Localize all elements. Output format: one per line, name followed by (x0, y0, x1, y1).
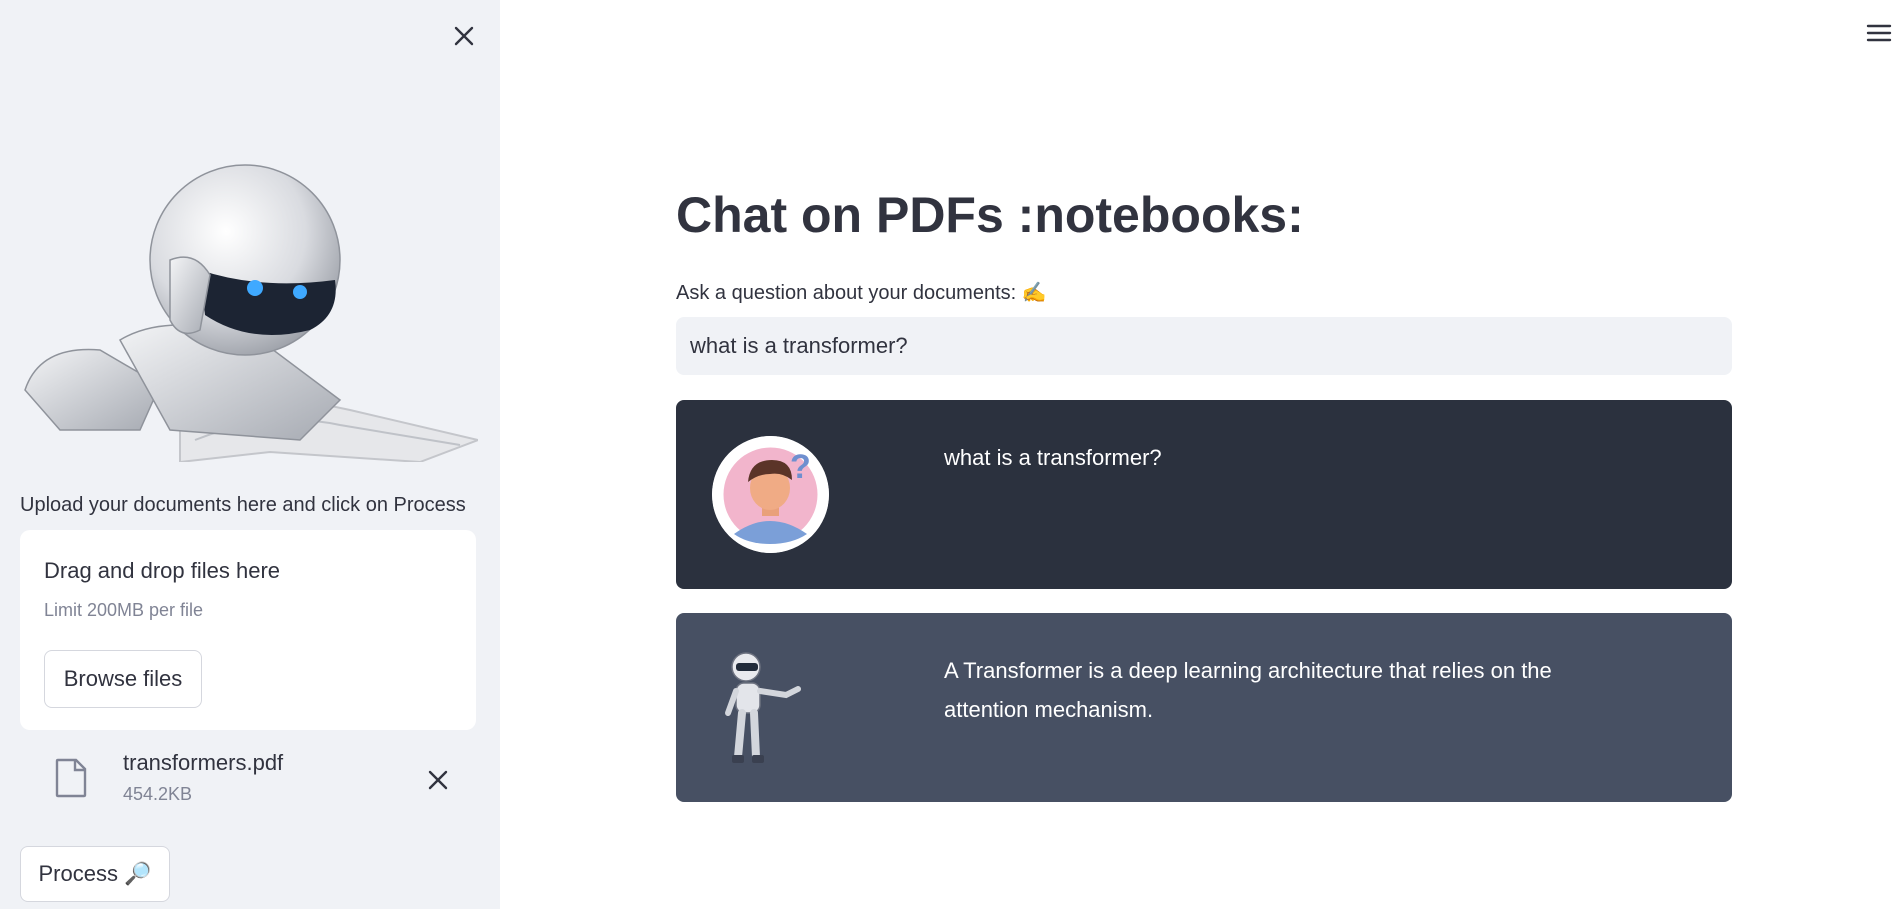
user-message: ? what is a transformer? (676, 400, 1732, 589)
svg-text:?: ? (790, 448, 811, 486)
question-label: Ask a question about your documents: ✍️ (676, 282, 1047, 304)
bot-message: A Transformer is a deep learning archite… (676, 613, 1732, 802)
file-name: transformers.pdf (123, 750, 284, 775)
uploaded-file-item: transformers.pdf 454.2KB (20, 742, 476, 814)
bot-avatar (725, 652, 801, 763)
sidebar: Upload your documents here and click on … (0, 0, 500, 909)
file-size: 454.2KB (123, 784, 193, 804)
file-icon (55, 758, 87, 798)
dropzone-title: Drag and drop files here (44, 558, 281, 583)
page-title: Chat on PDFs :notebooks: (676, 187, 1304, 243)
file-dropzone[interactable]: Drag and drop files here Limit 200MB per… (20, 530, 476, 730)
browse-files-button[interactable]: Browse files (44, 650, 202, 708)
question-input[interactable] (676, 317, 1732, 375)
user-message-text: what is a transformer? (944, 445, 1162, 470)
dropzone-limit: Limit 200MB per file (44, 600, 204, 620)
upload-instructions: Upload your documents here and click on … (20, 494, 466, 516)
sidebar-close-icon[interactable] (448, 20, 480, 52)
hamburger-menu-icon[interactable] (1864, 18, 1894, 48)
remove-file-close-icon[interactable] (420, 762, 456, 798)
user-avatar: ? (712, 436, 829, 553)
robot-reading-illustration (24, 164, 478, 462)
process-button[interactable]: Process 🔎 (20, 846, 170, 902)
bot-message-text: A Transformer is a deep learning archite… (944, 658, 1552, 722)
